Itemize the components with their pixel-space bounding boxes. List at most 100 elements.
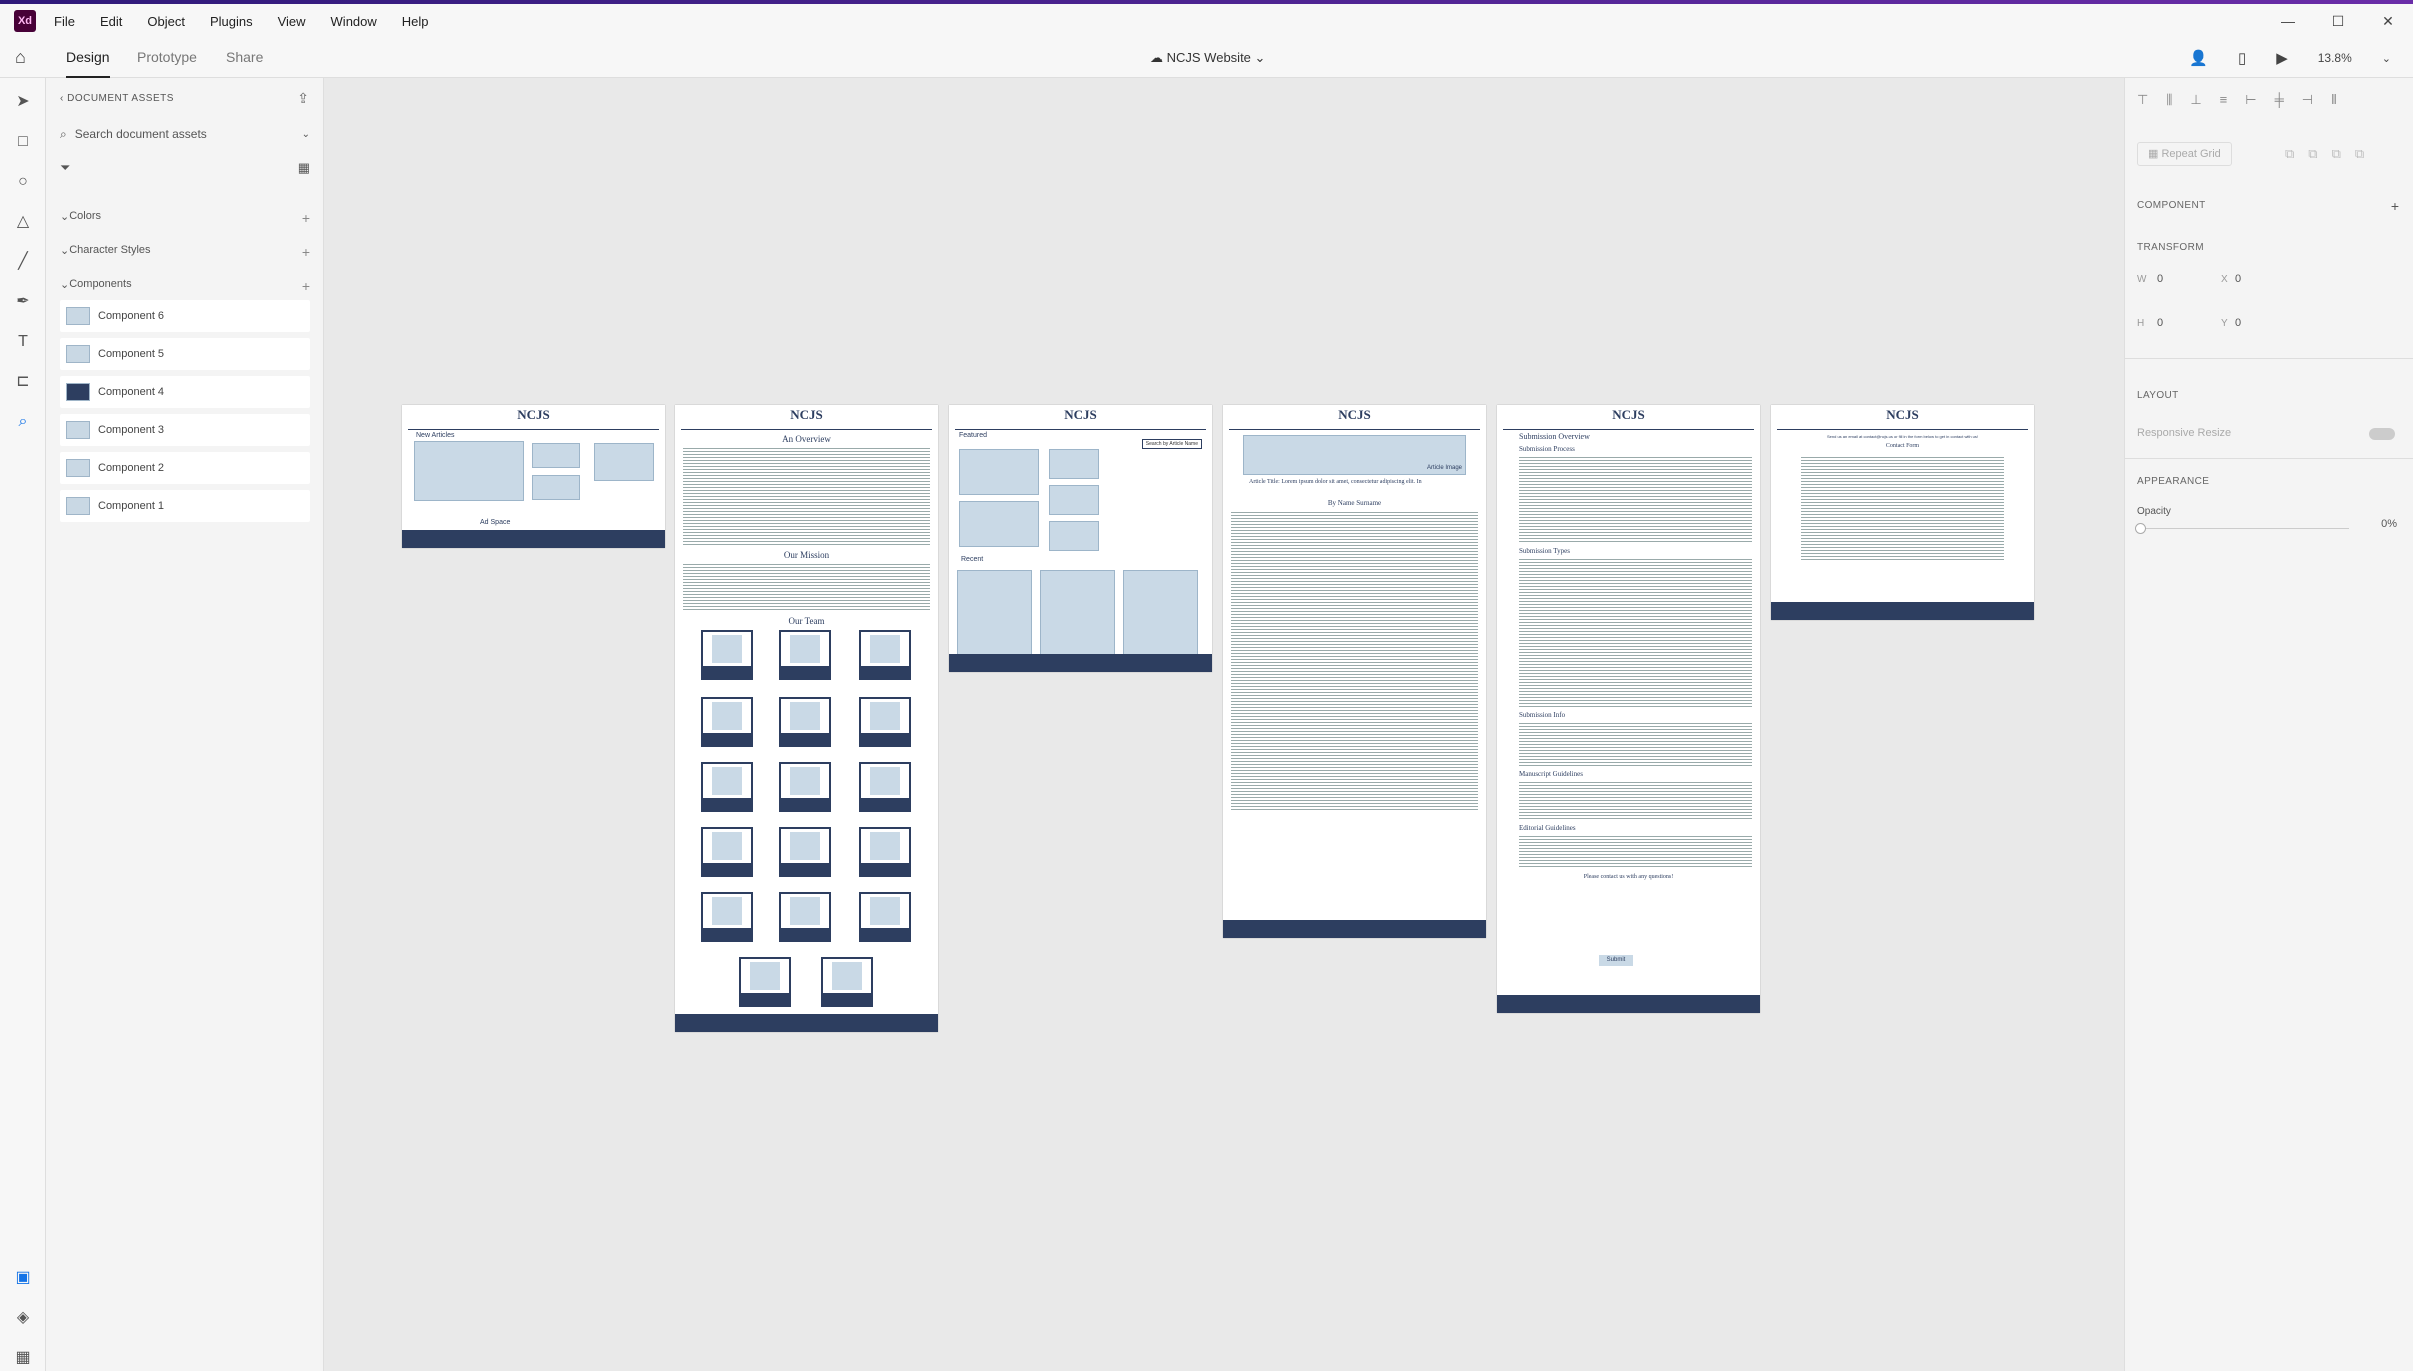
ad-label: Ad Space bbox=[480, 519, 511, 526]
tab-prototype[interactable]: Prototype bbox=[137, 38, 197, 78]
section-character-styles[interactable]: ⌄ Character Styles + bbox=[60, 244, 310, 260]
window-controls: — ☐ ✕ bbox=[2263, 4, 2413, 38]
section-components[interactable]: ⌄ Components + bbox=[60, 278, 310, 294]
menu-bar: Xd File Edit Object Plugins View Window … bbox=[0, 4, 2413, 38]
artboard-tool-icon[interactable]: ⊏ bbox=[13, 372, 33, 392]
device-preview-icon[interactable]: ▯ bbox=[2238, 49, 2246, 67]
component-item[interactable]: Component 1 bbox=[60, 490, 310, 522]
footer bbox=[402, 530, 665, 548]
responsive-resize-toggle[interactable] bbox=[2369, 428, 2395, 440]
artboard-contact[interactable]: NCJS Send us an email at contact@ncjs.us… bbox=[1771, 405, 2034, 620]
artboard-home[interactable]: NCJS New Articles Ad Space bbox=[402, 405, 665, 548]
artboard-about[interactable]: NCJS An Overview Our Mission Our Team bbox=[675, 405, 938, 1032]
team-card bbox=[859, 697, 911, 747]
add-color-icon[interactable]: + bbox=[302, 210, 310, 226]
boolean-add-icon[interactable]: ⧉ bbox=[2285, 146, 2294, 162]
align-middle-icon[interactable]: ⫼ bbox=[2166, 92, 2172, 108]
align-center-icon[interactable]: ╪ bbox=[2275, 92, 2284, 108]
line-tool-icon[interactable]: ╱ bbox=[13, 252, 33, 272]
section-title: Manuscript Guidelines bbox=[1519, 770, 1583, 778]
body-text bbox=[1519, 834, 1752, 868]
minimize-button[interactable]: — bbox=[2263, 4, 2313, 38]
width-label: W bbox=[2137, 274, 2147, 285]
top-toolbar: ⌂ Design Prototype Share ☁ NCJS Website … bbox=[0, 38, 2413, 78]
article-image bbox=[414, 441, 524, 501]
menu-file[interactable]: File bbox=[54, 14, 75, 29]
add-component-icon[interactable]: + bbox=[2391, 198, 2399, 214]
x-field[interactable]: 0 bbox=[2235, 273, 2241, 285]
distribute-horizontal-icon[interactable]: ⦀ bbox=[2331, 92, 2337, 108]
body-text bbox=[1519, 557, 1752, 707]
user-icon[interactable]: 👤 bbox=[2189, 49, 2208, 67]
width-field[interactable]: 0 bbox=[2157, 273, 2163, 285]
properties-panel: ⊤ ⫼ ⊥ ≡ ⊢ ╪ ⊣ ⦀ ▦ Repeat Grid ⧉ ⧉ ⧉ ⧉ CO… bbox=[2124, 78, 2413, 1371]
section-title: Submission Types bbox=[1519, 547, 1570, 555]
align-left-icon[interactable]: ⊢ bbox=[2245, 92, 2256, 108]
boolean-intersect-icon[interactable]: ⧉ bbox=[2332, 146, 2341, 162]
grid-view-icon[interactable]: ▦ bbox=[298, 160, 310, 176]
component-item[interactable]: Component 6 bbox=[60, 300, 310, 332]
section-colors[interactable]: ⌄ Colors + bbox=[60, 210, 310, 226]
boolean-subtract-icon[interactable]: ⧉ bbox=[2308, 146, 2317, 162]
article-image bbox=[1049, 485, 1099, 515]
menu-object[interactable]: Object bbox=[147, 14, 185, 29]
play-icon[interactable]: ▶ bbox=[2276, 49, 2288, 67]
component-item[interactable]: Component 5 bbox=[60, 338, 310, 370]
search-input[interactable]: ⌕ Search document assets ⌄ bbox=[60, 122, 310, 146]
opacity-slider[interactable] bbox=[2139, 528, 2349, 529]
artboard-articles[interactable]: NCJS Featured Search by Article Name Rec… bbox=[949, 405, 1212, 672]
menu-view[interactable]: View bbox=[278, 14, 306, 29]
repeat-grid-button[interactable]: ▦ Repeat Grid bbox=[2137, 142, 2232, 166]
menu-edit[interactable]: Edit bbox=[100, 14, 122, 29]
add-style-icon[interactable]: + bbox=[302, 244, 310, 260]
rectangle-tool-icon[interactable]: □ bbox=[13, 132, 33, 152]
plugins-icon[interactable]: ▦ bbox=[13, 1348, 33, 1368]
page-title: An Overview bbox=[782, 434, 831, 444]
menu-window[interactable]: Window bbox=[331, 14, 377, 29]
team-card bbox=[859, 630, 911, 680]
submit-button[interactable]: Submit bbox=[1599, 955, 1633, 966]
ellipse-tool-icon[interactable]: ○ bbox=[13, 172, 33, 192]
tab-design[interactable]: Design bbox=[66, 38, 110, 78]
menu-help[interactable]: Help bbox=[402, 14, 429, 29]
search-box[interactable]: Search by Article Name bbox=[1141, 439, 1202, 449]
home-icon[interactable]: ⌂ bbox=[15, 47, 26, 68]
layers-icon[interactable]: ◈ bbox=[13, 1308, 33, 1328]
maximize-button[interactable]: ☐ bbox=[2313, 4, 2363, 38]
pen-tool-icon[interactable]: ✒ bbox=[13, 292, 33, 312]
component-item[interactable]: Component 4 bbox=[60, 376, 310, 408]
close-button[interactable]: ✕ bbox=[2363, 4, 2413, 38]
chevron-down-icon[interactable]: ⌄ bbox=[2382, 52, 2391, 65]
nav-bar bbox=[1503, 425, 1754, 430]
y-field[interactable]: 0 bbox=[2235, 317, 2241, 329]
section-title: Our Mission bbox=[783, 550, 830, 560]
align-right-icon[interactable]: ⊣ bbox=[2302, 92, 2313, 108]
artboard-submissions[interactable]: NCJS Submission Overview Submission Proc… bbox=[1497, 405, 1760, 1013]
zoom-level[interactable]: 13.8% bbox=[2318, 51, 2352, 65]
component-item[interactable]: Component 2 bbox=[60, 452, 310, 484]
export-icon[interactable]: ⇪ bbox=[297, 90, 309, 107]
height-field[interactable]: 0 bbox=[2157, 317, 2163, 329]
design-canvas[interactable]: NCJS New Articles Ad Space NCJS An Overv… bbox=[324, 78, 2124, 1371]
align-top-icon[interactable]: ⊤ bbox=[2137, 92, 2148, 108]
align-bottom-icon[interactable]: ⊥ bbox=[2190, 92, 2201, 108]
polygon-tool-icon[interactable]: △ bbox=[13, 212, 33, 232]
component-item[interactable]: Component 3 bbox=[60, 414, 310, 446]
distribute-vertical-icon[interactable]: ≡ bbox=[2220, 92, 2228, 108]
add-component-icon[interactable]: + bbox=[302, 278, 310, 294]
boolean-exclude-icon[interactable]: ⧉ bbox=[2355, 146, 2364, 162]
menu-plugins[interactable]: Plugins bbox=[210, 14, 253, 29]
chevron-down-icon[interactable]: ⌄ bbox=[302, 129, 310, 140]
artboard-article[interactable]: NCJS Article Image Article Title: Lorem … bbox=[1223, 405, 1486, 938]
filter-icon[interactable]: ⏷ bbox=[60, 160, 70, 176]
zoom-tool-icon[interactable]: ⌕ bbox=[13, 412, 33, 432]
text-tool-icon[interactable]: T bbox=[13, 332, 33, 352]
document-title[interactable]: ☁ NCJS Website ⌄ bbox=[1150, 38, 1265, 78]
opacity-slider-handle[interactable] bbox=[2135, 523, 2146, 534]
nav-bar bbox=[1777, 425, 2028, 430]
assets-icon[interactable]: ▣ bbox=[13, 1268, 33, 1288]
select-tool-icon[interactable]: ➤ bbox=[13, 92, 33, 112]
tab-share[interactable]: Share bbox=[226, 38, 263, 78]
opacity-value[interactable]: 0% bbox=[2381, 518, 2397, 530]
body-text bbox=[1231, 510, 1478, 810]
